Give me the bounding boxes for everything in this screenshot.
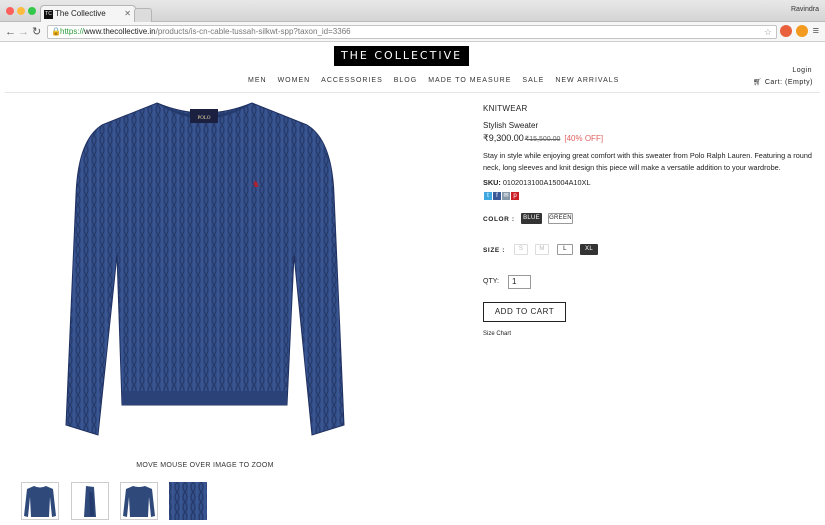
thumbnail-back[interactable]	[120, 482, 158, 520]
add-to-cart-button[interactable]: ADD TO CART	[483, 302, 566, 322]
nav-item-made-to-measure[interactable]: MADE TO MEASURE	[428, 77, 511, 84]
lock-icon: 🔒	[51, 27, 61, 36]
sku-label: SKU:	[483, 178, 501, 187]
product-name: Stylish Sweater	[483, 121, 539, 130]
color-option-blue[interactable]: BLUE	[521, 213, 542, 224]
zoom-hint: MOVE MOUSE OVER IMAGE TO ZOOM	[136, 462, 274, 469]
browser-titlebar: TC The Collective ✕ Ravindra	[0, 0, 825, 22]
browser-menu-icon[interactable]: ≡	[813, 25, 819, 37]
price-block: ₹9,300.00₹15,500.00 [40% OFF]	[483, 133, 603, 144]
reload-icon[interactable]: ↻	[32, 25, 41, 39]
product-main-image[interactable]: POLO ♞	[62, 95, 347, 445]
email-icon[interactable]: ✉	[502, 192, 510, 200]
nav-item-blog[interactable]: BLOG	[394, 77, 417, 84]
url-path: /products/is-cn-cable-tussah-silkwt-spp?…	[155, 27, 351, 36]
color-label: COLOR :	[483, 216, 515, 223]
login-link[interactable]: Login	[792, 67, 812, 74]
size-option-l[interactable]: L	[557, 244, 573, 255]
extension-badge-icon[interactable]	[796, 25, 808, 37]
product-description: Stay in style while enjoying great comfo…	[483, 151, 812, 172]
pinterest-icon[interactable]: p	[511, 192, 519, 200]
sweater-body-shape	[65, 102, 345, 436]
polo-logo-mark: POLO	[197, 116, 210, 121]
minimize-window-button[interactable]	[17, 7, 25, 15]
url-scheme: https://	[60, 27, 85, 36]
sku-line: SKU: 0102013100A15004A10XL	[483, 178, 591, 187]
qty-label: QTY:	[483, 278, 499, 285]
quantity-input[interactable]: 1	[508, 275, 531, 289]
extension-icon[interactable]	[780, 25, 792, 37]
size-option-xl[interactable]: XL	[580, 244, 598, 255]
share-icons: t f ✉ p	[484, 192, 519, 200]
size-label: SIZE :	[483, 247, 506, 254]
size-chart-link[interactable]: Size Chart	[483, 331, 511, 337]
nav-item-sale[interactable]: SALE	[522, 77, 544, 84]
sweater-hem-band	[122, 391, 287, 405]
browser-toolbar: ← → ↻ 🔒 https://www.thecollective.in/prod…	[0, 22, 825, 42]
cart-link[interactable]: 🛒︎ Cart: (Empty)	[753, 78, 813, 86]
original-price: ₹15,500.00	[524, 136, 561, 143]
url-host: www.thecollective.in	[84, 27, 156, 36]
nav-item-women[interactable]: WOMEN	[278, 77, 311, 84]
facebook-icon[interactable]: f	[493, 192, 501, 200]
cart-icon: 🛒︎	[753, 79, 765, 86]
address-bar[interactable]: 🔒 https://www.thecollective.in/products/i…	[47, 25, 777, 39]
new-tab-button[interactable]	[134, 8, 152, 22]
bookmark-star-icon[interactable]: ☆	[764, 26, 772, 38]
nav-item-new-arrivals[interactable]: NEW ARRIVALS	[555, 77, 619, 84]
sku-value: 0102013100A15004A10XL	[502, 178, 591, 187]
thumbnail-side[interactable]	[71, 482, 109, 520]
header-divider	[5, 92, 820, 93]
nav-item-accessories[interactable]: ACCESSORIES	[321, 77, 383, 84]
close-tab-icon[interactable]: ✕	[124, 6, 131, 22]
cart-label: Cart: (Empty)	[764, 79, 813, 86]
back-icon[interactable]: ←	[5, 25, 16, 39]
pony-logo-icon: ♞	[252, 180, 260, 190]
thumbnail-front[interactable]	[21, 482, 59, 520]
twitter-icon[interactable]: t	[484, 192, 492, 200]
size-option-m[interactable]: M	[535, 244, 549, 255]
browser-tab[interactable]: TC The Collective ✕	[40, 5, 136, 22]
close-window-button[interactable]	[6, 7, 14, 15]
site-logo[interactable]: THE COLLECTIVE	[334, 46, 469, 66]
site-favicon-icon: TC	[44, 10, 53, 19]
thumbnail-detail[interactable]	[169, 482, 207, 520]
profile-name[interactable]: Ravindra	[791, 6, 819, 13]
maximize-window-button[interactable]	[28, 7, 36, 15]
main-nav: MEN WOMEN ACCESSORIES BLOG MADE TO MEASU…	[248, 77, 619, 84]
discount-badge: [40% OFF]	[564, 134, 604, 143]
sale-price: ₹9,300.00	[483, 133, 524, 143]
color-option-green[interactable]: GREEN	[548, 213, 573, 224]
size-option-s[interactable]: S	[514, 244, 528, 255]
tab-title: The Collective	[55, 9, 106, 18]
product-category: KNITWEAR	[483, 104, 528, 113]
nav-item-men[interactable]: MEN	[248, 77, 267, 84]
forward-icon[interactable]: →	[18, 25, 29, 39]
